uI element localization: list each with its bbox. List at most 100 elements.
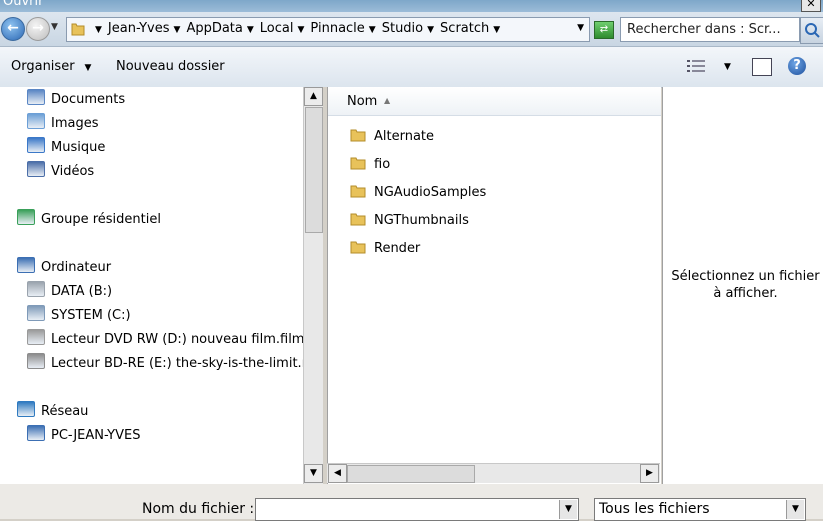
file-name: fio <box>374 157 391 172</box>
search-input[interactable]: Rechercher dans : Scr... <box>620 17 800 42</box>
nav-item-label: Lecteur BD-RE (E:) the-sky-is-the-limit.… <box>51 356 303 371</box>
scroll-thumb[interactable] <box>305 107 323 233</box>
list-item[interactable]: Render <box>350 238 420 260</box>
refresh-button[interactable]: ⇄ <box>594 21 614 39</box>
preview-pane: Sélectionnez un fichier à afficher. <box>662 87 823 484</box>
drive-icon <box>27 281 45 297</box>
file-name: Alternate <box>374 129 435 144</box>
search-placeholder: Rechercher dans : Scr... <box>627 22 781 37</box>
breadcrumb-item[interactable]: Local <box>260 21 294 36</box>
nav-item[interactable]: DATA (B:) <box>27 281 112 301</box>
folder-icon <box>350 129 366 142</box>
nav-item[interactable]: Ordinateur <box>17 257 111 277</box>
file-name-bar: Nom du fichier : ▼ Tous les fichiers ▼ <box>0 484 823 521</box>
close-button[interactable]: ✕ <box>801 0 821 12</box>
breadcrumb-separator-icon[interactable]: ▼ <box>247 25 254 35</box>
navigation-scrollbar[interactable]: ▲ ▼ <box>303 87 323 484</box>
breadcrumb-item[interactable]: AppData <box>186 21 242 36</box>
forward-arrow-icon: → <box>32 20 44 36</box>
file-list: Nom ▲ Alternate fio NGAudioSamples NGThumbn… <box>327 87 661 484</box>
column-header-name[interactable]: Nom ▲ <box>328 87 661 116</box>
nav-item-label: Ordinateur <box>41 260 112 275</box>
list-item[interactable]: NGThumbnails <box>350 210 469 232</box>
breadcrumb-separator-icon[interactable]: ▼ <box>493 25 500 35</box>
organize-label: Organiser <box>11 59 75 74</box>
breadcrumb-separator-icon[interactable]: ▼ <box>298 25 305 35</box>
nav-item-label: DATA (B:) <box>51 284 113 299</box>
nav-item[interactable]: PC-JEAN-YVES <box>27 425 140 445</box>
horizontal-scroll-thumb[interactable] <box>347 465 475 483</box>
breadcrumb-separator-icon[interactable]: ▼ <box>174 25 181 35</box>
file-name: NGAudioSamples <box>374 185 487 200</box>
nav-item-label: Musique <box>51 140 106 155</box>
breadcrumb-item[interactable]: Jean-Yves <box>108 21 170 36</box>
forward-button[interactable]: → <box>26 17 50 41</box>
breadcrumb-separator-icon[interactable]: ▼ <box>95 25 102 35</box>
title-bar: Ouvrir ✕ <box>0 0 823 12</box>
back-arrow-icon: ← <box>7 20 19 36</box>
nav-item[interactable]: Lecteur DVD RW (D:) nouveau film.film <box>27 329 303 349</box>
breadcrumb-items: ▼ Jean-Yves ▼ AppData ▼ Local ▼ Pinnacle ▼ Studio… <box>95 21 506 36</box>
folder-icon <box>350 241 366 254</box>
breadcrumb-item[interactable]: Scratch <box>440 21 489 36</box>
file-name: NGThumbnails <box>374 213 469 228</box>
sort-ascending-icon: ▲ <box>384 96 391 105</box>
nav-item[interactable]: Documents <box>27 89 125 109</box>
refresh-icon: ⇄ <box>599 24 609 35</box>
nav-item[interactable]: Lecteur BD-RE (E:) the-sky-is-the-limit.… <box>27 353 303 373</box>
organize-button[interactable]: Organiser ▼ <box>11 59 91 74</box>
search-icon <box>805 23 820 38</box>
file-name-input[interactable]: ▼ <box>255 498 579 521</box>
new-folder-button[interactable]: Nouveau dossier <box>116 59 225 74</box>
music-icon <box>27 137 45 153</box>
file-type-dropdown-icon[interactable]: ▼ <box>786 500 804 519</box>
address-bar: ← → ▼ ▼ Jean-Yves ▼ AppData ▼ Local ▼ Pinnacle ▼… <box>0 12 823 47</box>
search-button[interactable] <box>800 17 823 44</box>
preview-pane-icon[interactable] <box>752 58 772 76</box>
nav-item[interactable]: Musique <box>27 137 105 157</box>
homegroup-icon <box>17 209 35 225</box>
navigation-pane: Documents Images Musique Vidéos Groupe résid… <box>0 87 303 484</box>
list-item[interactable]: NGAudioSamples <box>350 182 486 204</box>
view-dropdown-icon[interactable]: ▼ <box>724 62 731 72</box>
scroll-down-button[interactable]: ▼ <box>304 464 323 483</box>
bd-icon <box>27 353 45 369</box>
file-list-horizontal-scrollbar[interactable]: ◀ ▶ <box>327 463 660 483</box>
nav-item-label: Réseau <box>41 404 89 419</box>
nav-item[interactable]: Réseau <box>17 401 88 421</box>
list-item[interactable]: Alternate <box>350 126 434 148</box>
breadcrumb-item[interactable]: Pinnacle <box>310 21 364 36</box>
back-button[interactable]: ← <box>1 17 25 41</box>
nav-item-label: SYSTEM (C:) <box>51 308 131 323</box>
nav-item-label: Images <box>51 116 99 131</box>
list-item[interactable]: fio <box>350 154 390 176</box>
scroll-right-button[interactable]: ▶ <box>640 464 659 483</box>
breadcrumb-item[interactable]: Studio <box>382 21 423 36</box>
network-icon <box>17 401 35 417</box>
nav-item[interactable]: Vidéos <box>27 161 94 181</box>
column-label: Nom <box>347 94 378 109</box>
file-name-dropdown-icon[interactable]: ▼ <box>559 500 577 519</box>
nav-item[interactable]: Groupe résidentiel <box>17 209 161 229</box>
nav-item[interactable]: SYSTEM (C:) <box>27 305 131 325</box>
breadcrumb-separator-icon[interactable]: ▼ <box>369 25 376 35</box>
pictures-icon <box>27 113 45 129</box>
nav-item-label: Documents <box>51 92 126 107</box>
view-options-icon[interactable] <box>687 59 705 73</box>
file-type-value: Tous les fichiers <box>599 501 710 517</box>
help-icon[interactable]: ? <box>788 57 806 75</box>
nav-item[interactable]: Images <box>27 113 99 133</box>
address-dropdown-icon[interactable]: ▼ <box>577 23 584 33</box>
recent-locations-dropdown-icon[interactable]: ▼ <box>51 22 58 32</box>
window-title: Ouvrir <box>3 0 44 9</box>
nav-item-label: Lecteur DVD RW (D:) nouveau film.film <box>51 332 303 347</box>
file-type-select[interactable]: Tous les fichiers ▼ <box>594 498 806 521</box>
nav-item-label: Groupe résidentiel <box>41 212 161 227</box>
scroll-up-button[interactable]: ▲ <box>304 87 323 106</box>
folder-icon <box>71 23 85 36</box>
nav-item-label: PC-JEAN-YVES <box>51 428 141 443</box>
breadcrumb[interactable]: ▼ Jean-Yves ▼ AppData ▼ Local ▼ Pinnacle ▼ Studio… <box>66 17 590 42</box>
folder-icon <box>350 157 366 170</box>
breadcrumb-separator-icon[interactable]: ▼ <box>427 25 434 35</box>
scroll-left-button[interactable]: ◀ <box>328 464 347 483</box>
